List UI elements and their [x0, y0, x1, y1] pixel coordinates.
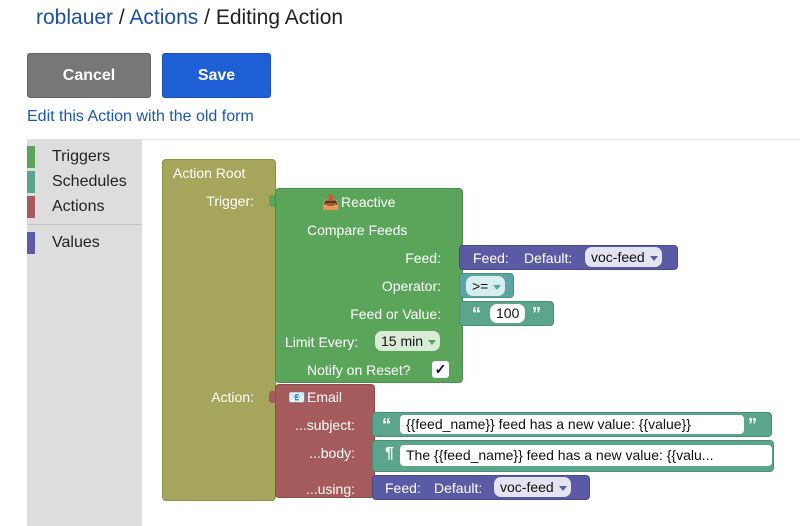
category-label: Triggers — [52, 148, 111, 165]
using-feed-select-dropdown[interactable]: voc-feed — [494, 477, 571, 497]
close-quote-icon: ” — [748, 415, 757, 435]
body-input-label: ...body: — [309, 445, 355, 461]
action-input-label: Action: — [211, 389, 254, 405]
toolbox-category-schedules[interactable]: Schedules — [27, 171, 127, 193]
feed-value-label: Feed: — [473, 250, 509, 266]
chevron-down-icon — [493, 284, 502, 290]
reactive-title: Reactive — [341, 194, 396, 210]
using-default-label: Default: — [434, 480, 483, 496]
category-label: Values — [52, 234, 100, 251]
subject-input[interactable]: {{feed_name}} feed has a new value: {{va… — [400, 415, 744, 434]
operator-input-label: Operator: — [381, 278, 441, 294]
limit-every-label: Limit Every: — [285, 334, 359, 350]
toolbox-category-values[interactable]: Values — [27, 232, 100, 254]
feed-or-value-input-label: Feed or Value: — [350, 306, 441, 322]
notify-on-reset-label: Notify on Reset? — [307, 362, 411, 378]
number-input[interactable]: 100 — [490, 304, 526, 323]
chevron-down-icon — [428, 339, 437, 345]
notify-on-reset-checkbox[interactable]: ✓ — [432, 361, 449, 378]
category-label: Actions — [52, 198, 105, 215]
chevron-down-icon — [649, 255, 658, 261]
feed-selected-value: voc-feed — [591, 249, 645, 265]
breadcrumb-separator: / — [113, 6, 130, 29]
pilcrow-icon: ¶ — [385, 445, 394, 462]
operator-select-dropdown[interactable]: >= — [466, 276, 506, 296]
feed-input-label: Feed: — [405, 250, 441, 266]
email-icon: 📧 — [288, 389, 306, 405]
save-button[interactable]: Save — [162, 53, 271, 98]
using-feed-label: Feed: — [385, 480, 421, 496]
category-swatch — [27, 232, 35, 254]
blockly-workspace[interactable]: Action Root Trigger: Action: 📥 Reactive … — [142, 140, 800, 526]
limit-every-value: 15 min — [381, 333, 424, 349]
category-swatch — [27, 196, 35, 218]
feed-default-label: Default: — [524, 250, 573, 266]
old-form-link[interactable]: Edit this Action with the old form — [27, 108, 254, 126]
trigger-input-label: Trigger: — [206, 193, 254, 209]
tray-icon: 📥 — [322, 194, 340, 210]
block-connector — [269, 391, 275, 403]
category-label: Schedules — [52, 173, 127, 190]
limit-every-dropdown[interactable]: 15 min — [375, 331, 441, 351]
open-quote-icon: “ — [472, 304, 481, 324]
cancel-button[interactable]: Cancel — [27, 53, 151, 98]
blockly-toolbox: Triggers Schedules Actions Values — [27, 140, 142, 526]
block-connector — [269, 195, 275, 207]
breadcrumb-current: Editing Action — [215, 6, 344, 29]
toolbox-separator — [27, 224, 142, 225]
category-swatch — [27, 146, 35, 168]
body-input[interactable]: The {{feed_name}} feed has a new value: … — [400, 445, 772, 466]
breadcrumb: roblauer / Actions / Editing Action — [36, 6, 343, 30]
category-swatch — [27, 171, 35, 193]
using-input-label: ...using: — [305, 481, 355, 497]
open-quote-icon: “ — [382, 415, 391, 435]
breadcrumb-user-link[interactable]: roblauer — [36, 6, 113, 29]
breadcrumb-actions-link[interactable]: Actions — [129, 6, 198, 29]
subject-input-label: ...subject: — [295, 417, 355, 433]
toolbox-category-triggers[interactable]: Triggers — [27, 146, 110, 168]
operator-selected-value: >= — [472, 278, 489, 294]
compare-feeds-label: Compare Feeds — [307, 222, 408, 238]
chevron-down-icon — [558, 485, 567, 491]
close-quote-icon: ” — [532, 304, 541, 324]
action-root-title: Action Root — [173, 165, 246, 181]
toolbox-category-actions[interactable]: Actions — [27, 196, 104, 218]
breadcrumb-separator: / — [198, 6, 216, 29]
feed-select-dropdown[interactable]: voc-feed — [585, 247, 662, 267]
using-feed-selected-value: voc-feed — [500, 479, 554, 495]
email-title: Email — [307, 389, 343, 405]
